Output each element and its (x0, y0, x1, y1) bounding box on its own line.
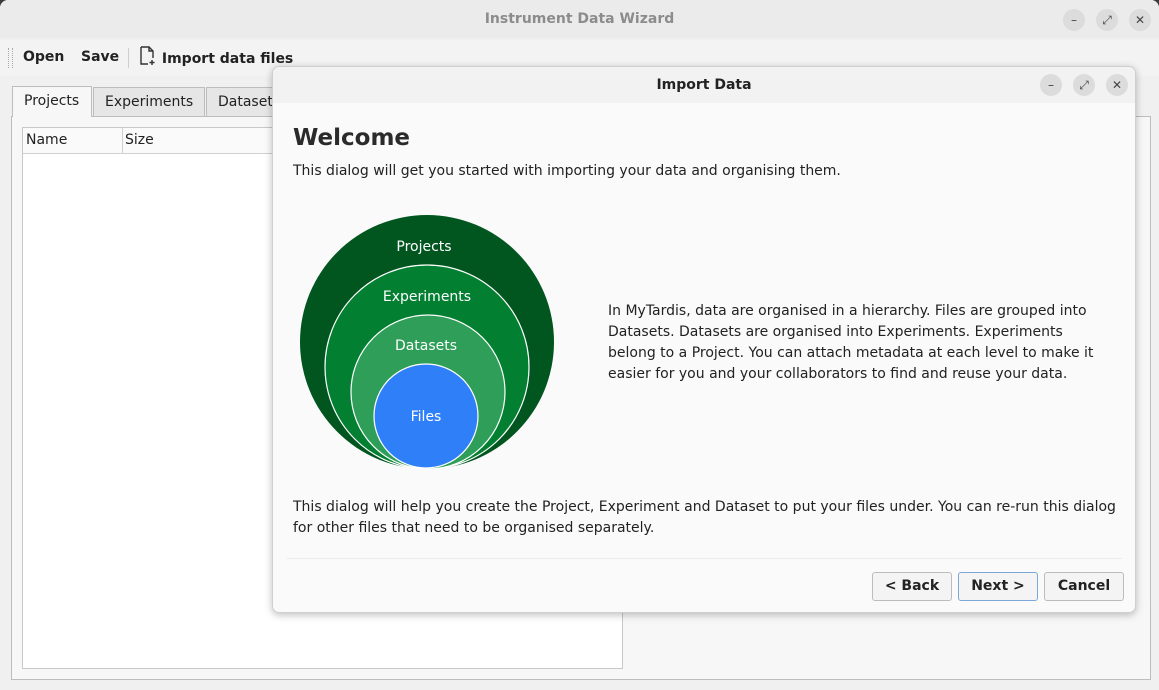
maximize-icon[interactable]: ⤢ (1096, 9, 1118, 31)
dialog-maximize-icon[interactable]: ⤢ (1073, 74, 1095, 96)
minimize-icon[interactable]: – (1063, 9, 1085, 31)
import-data-dialog: Import Data – ⤢ ✕ Welcome This dialog wi… (272, 66, 1136, 613)
tab-projects-active-label: Projects (24, 93, 80, 109)
column-divider[interactable] (122, 128, 123, 153)
open-button[interactable]: Open (23, 49, 64, 65)
intro-text: This dialog will get you started with im… (293, 163, 841, 179)
projects-label: Projects (396, 239, 451, 255)
next-button-label: Next > (971, 578, 1025, 594)
import-data-files-label: Import data files (161, 51, 294, 67)
cancel-button[interactable]: Cancel (1044, 572, 1124, 601)
cancel-button-label: Cancel (1057, 578, 1111, 594)
hierarchy-description: In MyTardis, data are organised in a hie… (608, 303, 1094, 382)
help-text: This dialog will help you create the Pro… (293, 499, 1116, 536)
tab-projects-active[interactable]: Projects (12, 86, 92, 117)
titlebar: Instrument Data Wizard – ⤢ ✕ (0, 0, 1159, 38)
dialog-title: Import Data (656, 77, 752, 93)
tab-experiments-label: Experiments (105, 94, 194, 110)
files-label: Files (411, 409, 442, 425)
dialog-close-icon[interactable]: ✕ (1106, 74, 1128, 96)
datasets-label: Datasets (395, 338, 457, 354)
column-size[interactable]: Size (125, 132, 154, 148)
tab-experiments[interactable]: Experiments (93, 87, 205, 116)
next-button[interactable]: Next > (958, 572, 1038, 601)
welcome-heading: Welcome (293, 125, 411, 151)
back-button-label: < Back (884, 578, 940, 594)
tab-datasets-label: Dataset (218, 94, 273, 110)
close-icon[interactable]: ✕ (1129, 9, 1151, 31)
window-title: Instrument Data Wizard (484, 11, 675, 27)
save-button[interactable]: Save (81, 49, 119, 65)
toolbar-separator (128, 48, 129, 68)
column-name[interactable]: Name (26, 132, 67, 148)
dialog-titlebar: Import Data – ⤢ ✕ (273, 67, 1135, 103)
hierarchy-diagram: Projects Experiments Datasets Files (300, 215, 554, 470)
footer-divider (287, 558, 1122, 559)
toolbar-handle[interactable] (8, 48, 13, 68)
file-import-icon (140, 46, 155, 65)
experiments-label: Experiments (383, 289, 471, 305)
back-button[interactable]: < Back (872, 572, 952, 601)
dialog-minimize-icon[interactable]: – (1040, 74, 1062, 96)
import-data-files-button[interactable]: Import data files (139, 46, 293, 67)
